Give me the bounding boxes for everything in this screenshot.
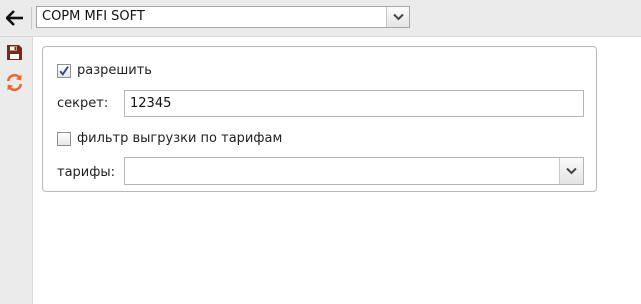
secret-label: секрет:: [57, 96, 109, 111]
top-toolbar: СОРМ MFI SOFT: [0, 0, 641, 37]
tariff-filter-label: фильтр выгрузки по тарифам: [77, 131, 283, 146]
tariffs-label: тарифы:: [57, 165, 115, 180]
refresh-icon: [6, 73, 22, 91]
left-sidebar: [0, 37, 33, 304]
floppy-disk-icon: [6, 44, 22, 60]
allow-checkbox[interactable]: [57, 64, 71, 78]
company-select[interactable]: СОРМ MFI SOFT: [36, 6, 410, 28]
arrow-left-icon: [6, 10, 23, 26]
save-button[interactable]: [4, 42, 24, 62]
back-button[interactable]: [4, 8, 26, 28]
settings-panel: разрешить секрет: 12345 фильтр выгрузки …: [42, 46, 597, 192]
tariffs-select[interactable]: [124, 157, 584, 185]
chevron-down-icon: [392, 13, 404, 21]
refresh-button[interactable]: [4, 72, 24, 92]
checkmark-icon: [59, 66, 69, 76]
tariffs-dropdown-button[interactable]: [559, 158, 583, 184]
tariff-filter-checkbox[interactable]: [57, 132, 71, 146]
toolbar-separator: [31, 7, 32, 29]
secret-input-value: 12345: [130, 96, 172, 111]
company-select-value: СОРМ MFI SOFT: [42, 9, 145, 24]
company-select-dropdown-button[interactable]: [386, 7, 409, 27]
chevron-down-icon: [566, 167, 577, 175]
allow-label: разрешить: [77, 63, 152, 78]
secret-input[interactable]: 12345: [124, 90, 584, 117]
